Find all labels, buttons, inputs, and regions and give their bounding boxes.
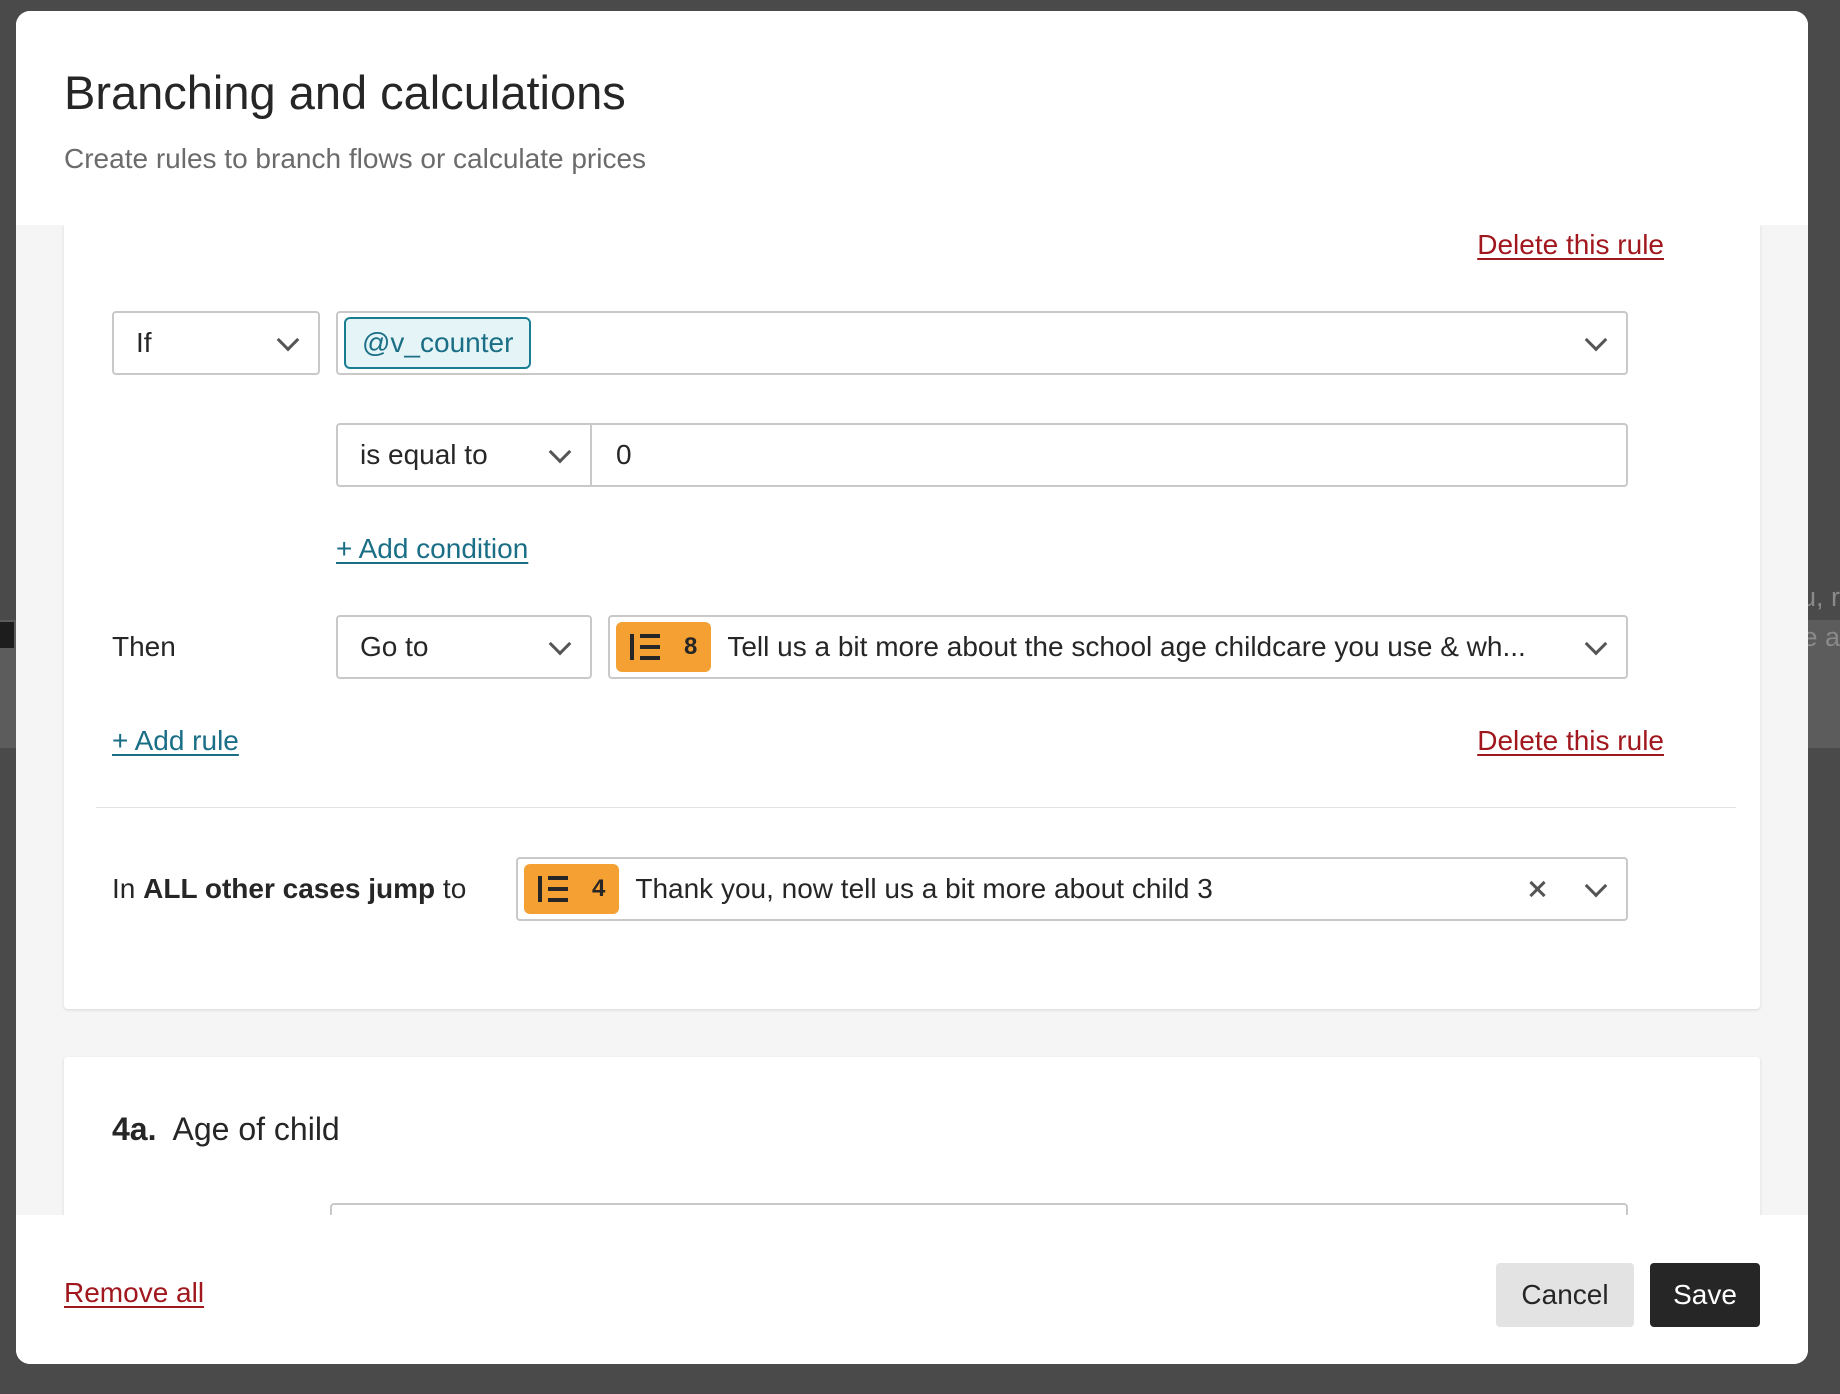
operator-select[interactable]: is equal to [336,423,592,487]
question-card: 4a. Age of child [64,1057,1760,1215]
then-label: Then [112,631,176,662]
goto-target-select[interactable]: 8 Tell us a bit more about the school ag… [608,615,1628,679]
chevron-down-icon [1586,880,1604,898]
chevron-down-icon [550,638,568,656]
goto-target-text: Tell us a bit more about the school age … [727,631,1526,662]
save-button[interactable]: Save [1650,1263,1760,1327]
question-block-badge: 4 [524,864,620,914]
fallback-target-select[interactable]: 4 Thank you, now tell us a bit more abou… [516,857,1628,921]
variable-tag[interactable]: @v_counter [344,317,532,369]
chevron-down-icon [1586,638,1604,656]
question-block-badge: 8 [616,622,712,672]
modal-body[interactable]: Delete this rule If @v_counter is equal … [16,225,1808,1215]
modal-subtitle: Create rules to branch flows or calculat… [64,143,647,174]
fallback-label: In ALL other cases jump to [112,873,467,904]
modal-title: Branching and calculations [64,66,626,119]
add-rule-link[interactable]: + Add rule [112,725,239,757]
action-select[interactable]: Go to [336,615,592,679]
add-condition-link[interactable]: + Add condition [336,533,528,565]
if-select[interactable]: If [112,311,320,375]
variable-select[interactable]: @v_counter [336,311,1628,375]
chevron-down-icon [1586,334,1604,352]
modal-header: Branching and calculations Create rules … [16,11,1808,225]
backdrop-text: e a [1802,622,1840,652]
chevron-down-icon [278,334,296,352]
branching-modal: Branching and calculations Create rules … [16,11,1808,1364]
delete-rule-link[interactable]: Delete this rule [1477,725,1664,757]
rule-card: Delete this rule If @v_counter is equal … [64,225,1760,1009]
delete-rule-link[interactable]: Delete this rule [1477,229,1664,261]
question-heading: 4a. Age of child [112,1111,340,1147]
question-rule-select[interactable] [330,1203,1628,1215]
question-number: 4 [592,875,606,902]
clear-icon[interactable] [1526,877,1550,901]
question-list-icon [538,876,570,902]
fallback-target-text: Thank you, now tell us a bit more about … [635,873,1213,904]
remove-all-link[interactable]: Remove all [64,1277,204,1309]
modal-footer: Remove all Cancel Save [16,1215,1808,1364]
question-number: 8 [684,633,698,660]
divider [96,807,1736,808]
cancel-button[interactable]: Cancel [1496,1263,1634,1327]
chevron-down-icon [550,446,568,464]
question-list-icon [630,634,662,660]
condition-value-input[interactable]: 0 [590,423,1628,487]
backdrop-edge [0,622,14,648]
